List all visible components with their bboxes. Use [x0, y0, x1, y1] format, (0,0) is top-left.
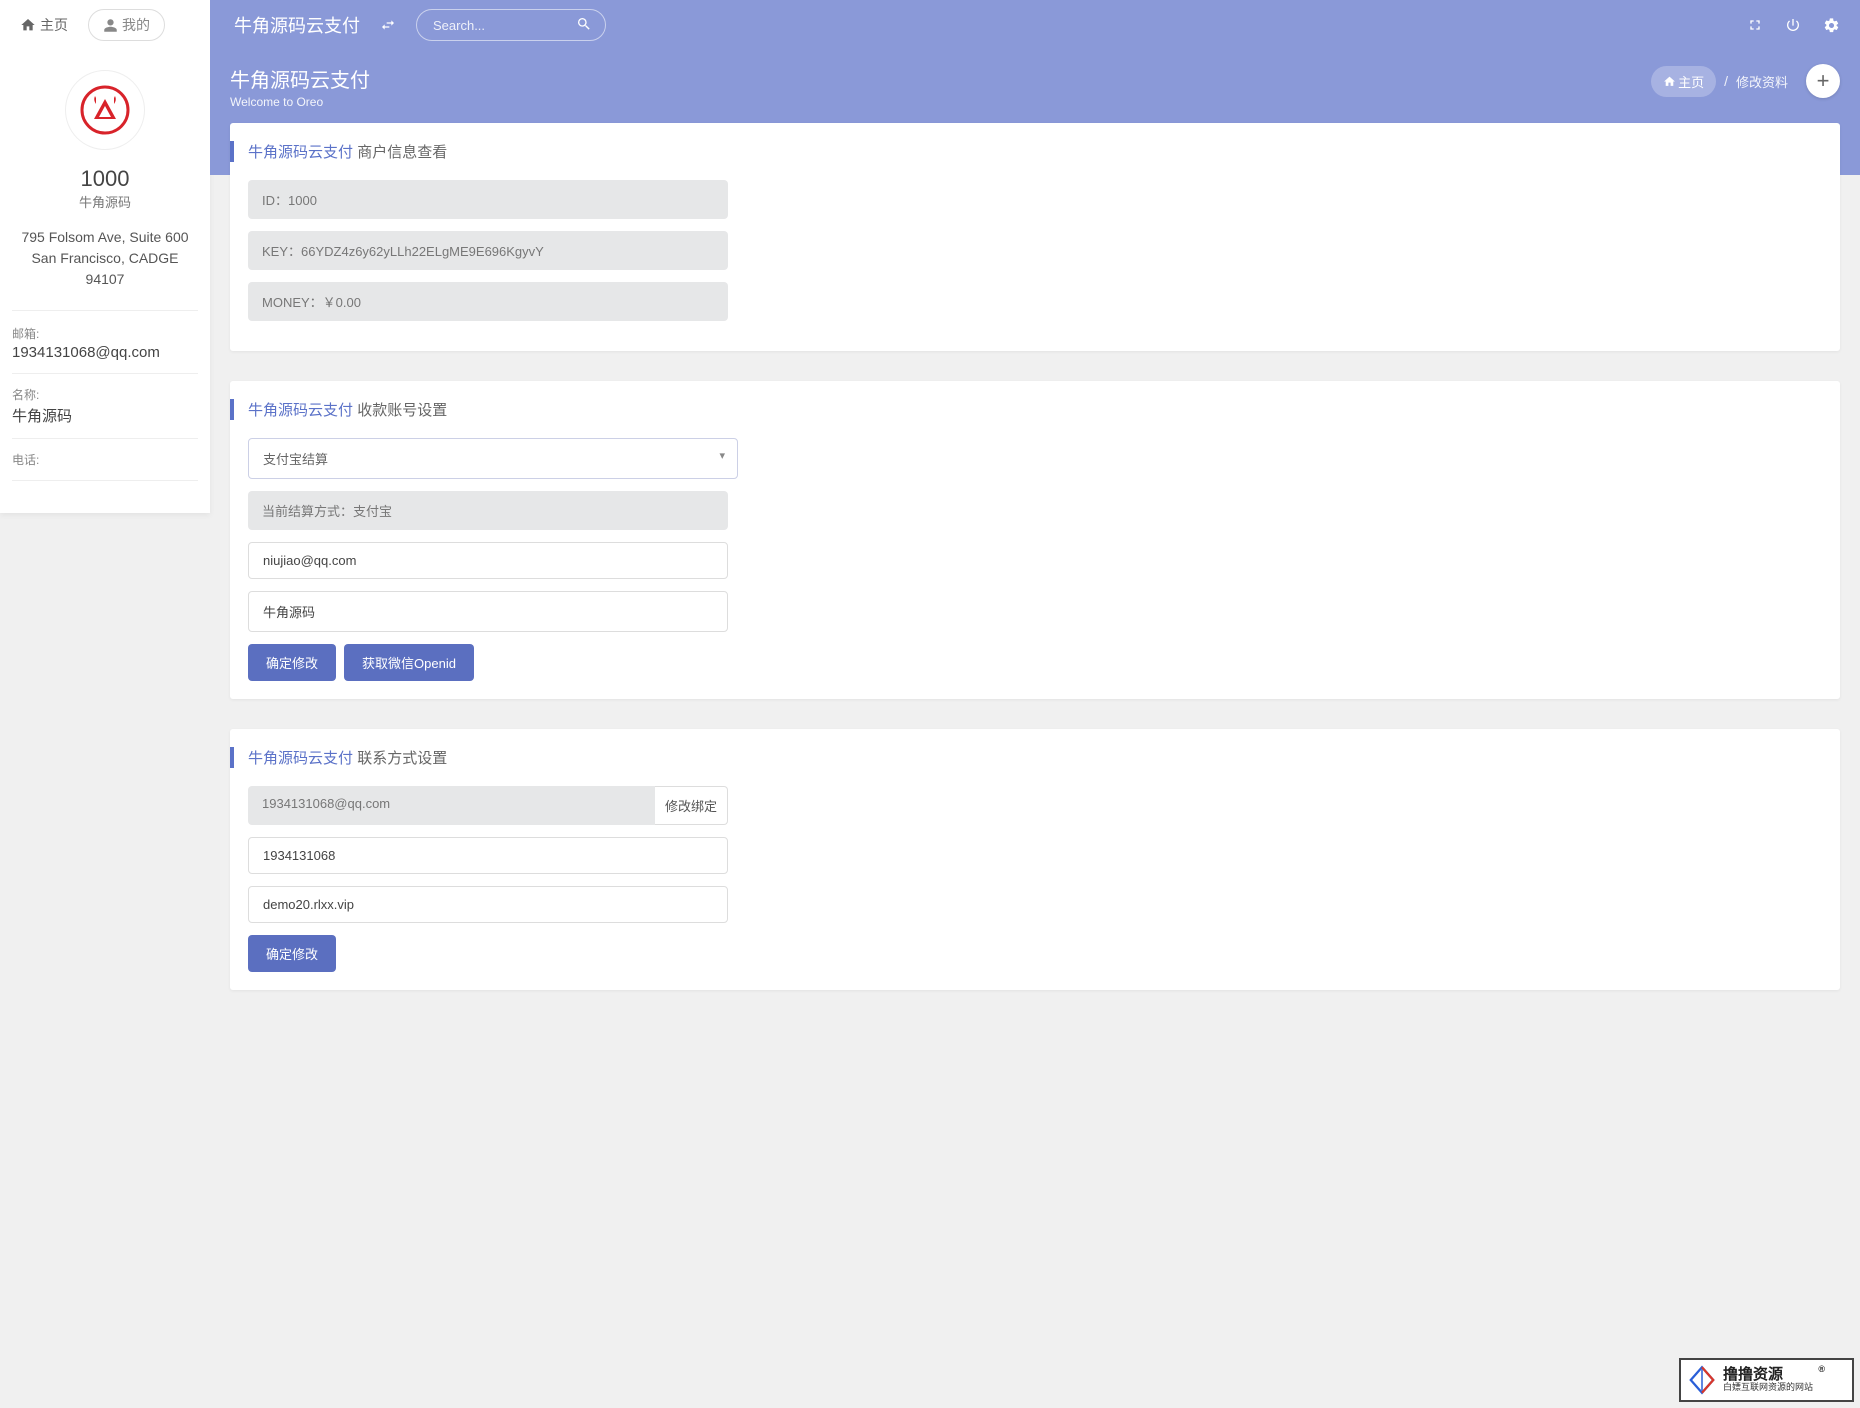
divider	[12, 310, 198, 311]
logo-icon	[80, 85, 130, 135]
nav-mine[interactable]: 我的	[88, 9, 165, 41]
card-merchant-info: 牛角源码云支付 商户信息查看 ID：1000 KEY：66YDZ4z6y62yL…	[230, 123, 1840, 351]
email-value: 1934131068@qq.com	[12, 344, 198, 361]
home-icon	[20, 17, 36, 33]
topbar: 主页 我的 牛角源码云支付	[0, 0, 1860, 50]
page-title: 牛角源码云支付	[230, 64, 370, 93]
user-addr2: San Francisco, CADGE 94107	[0, 248, 210, 290]
name-value: 牛角源码	[12, 405, 198, 426]
user-id: 1000	[0, 166, 210, 192]
payment-name-input[interactable]: 牛角源码	[248, 591, 728, 632]
topbar-right	[1747, 17, 1860, 34]
user-addr1: 795 Folsom Ave, Suite 600	[0, 227, 210, 248]
contact-email: 1934131068@qq.com	[248, 786, 655, 825]
confirm-modify-button[interactable]: 确定修改	[248, 935, 336, 972]
card-title: 牛角源码云支付 商户信息查看	[230, 141, 1822, 162]
name-label: 名称:	[12, 386, 198, 403]
merchant-money: MONEY：￥0.00	[248, 282, 728, 321]
email-label: 邮箱:	[12, 325, 198, 342]
breadcrumb: 主页 / 修改资料 +	[1651, 64, 1840, 98]
watermark-subtitle: 白嫖互联网资源的网站	[1723, 1383, 1813, 1393]
page-subtitle: Welcome to Oreo	[230, 95, 370, 109]
home-icon	[1663, 75, 1676, 88]
add-button[interactable]: +	[1806, 64, 1840, 98]
nav-home-label: 主页	[40, 15, 68, 35]
power-icon[interactable]	[1785, 17, 1801, 33]
avatar	[65, 70, 145, 150]
nav-mine-label: 我的	[122, 15, 150, 35]
search-wrap	[416, 9, 606, 41]
merchant-id: ID：1000	[248, 180, 728, 219]
divider	[12, 373, 198, 374]
nav-home[interactable]: 主页	[20, 15, 68, 35]
merchant-key: KEY：66YDZ4z6y62yLLh22ELgME9E696KgyvY	[248, 231, 728, 270]
brand-title: 牛角源码云支付	[234, 12, 360, 38]
card-contact-settings: 牛角源码云支付 联系方式设置 1934131068@qq.com 修改绑定 19…	[230, 729, 1840, 990]
watermark: 撸撸资源® 白嫖互联网资源的网站	[1679, 1358, 1854, 1402]
watermark-title: 撸撸资源®	[1723, 1367, 1813, 1384]
divider	[12, 438, 198, 439]
topnav-left: 主页 我的	[0, 0, 210, 50]
watermark-logo-icon	[1687, 1365, 1717, 1395]
breadcrumb-sep: /	[1724, 73, 1728, 89]
gear-icon[interactable]	[1823, 17, 1840, 34]
card-title: 牛角源码云支付 联系方式设置	[230, 747, 1822, 768]
card-payment-settings: 牛角源码云支付 收款账号设置 支付宝结算 当前结算方式：支付宝 niujiao@…	[230, 381, 1840, 699]
phone-label: 电话:	[12, 451, 198, 468]
fullscreen-icon[interactable]	[1747, 17, 1763, 33]
get-wechat-openid-button[interactable]: 获取微信Openid	[344, 644, 474, 681]
search-icon[interactable]	[576, 16, 592, 32]
breadcrumb-home[interactable]: 主页	[1651, 66, 1716, 97]
payment-email-input[interactable]: niujiao@qq.com	[248, 542, 728, 579]
settlement-select[interactable]: 支付宝结算	[248, 438, 738, 479]
email-group: 1934131068@qq.com 修改绑定	[248, 786, 728, 825]
modify-binding-button[interactable]: 修改绑定	[655, 786, 728, 825]
main: 牛角源码云支付 Welcome to Oreo 主页 / 修改资料 + 牛角源码…	[210, 0, 1860, 990]
current-settlement: 当前结算方式：支付宝	[248, 491, 728, 530]
card-title: 牛角源码云支付 收款账号设置	[230, 399, 1822, 420]
contact-domain-input[interactable]: demo20.rlxx.vip	[248, 886, 728, 923]
divider	[12, 480, 198, 481]
breadcrumb-current: 修改资料	[1736, 72, 1788, 91]
user-nick: 牛角源码	[0, 192, 210, 211]
sidebar: 1000 牛角源码 795 Folsom Ave, Suite 600 San …	[0, 50, 210, 513]
contact-qq-input[interactable]: 1934131068	[248, 837, 728, 874]
page-header: 牛角源码云支付 Welcome to Oreo 主页 / 修改资料 +	[210, 50, 1860, 123]
swap-icon[interactable]	[380, 17, 396, 33]
confirm-modify-button[interactable]: 确定修改	[248, 644, 336, 681]
user-icon	[103, 18, 118, 33]
